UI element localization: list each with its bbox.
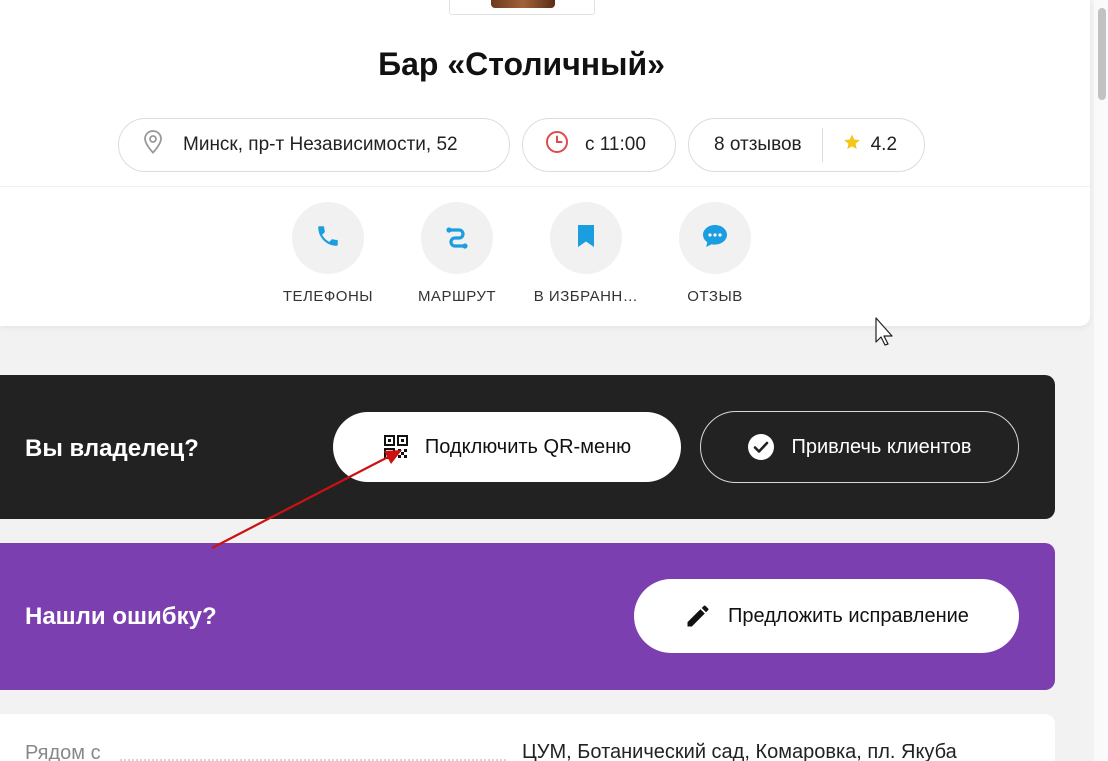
address-chip[interactable]: Минск, пр-т Независимости, 52: [118, 118, 510, 172]
route-icon: [442, 221, 472, 256]
connect-qr-menu-label: Подключить QR-меню: [424, 435, 632, 458]
check-circle-icon: [747, 433, 775, 461]
page-title: Бар «Столичный»: [378, 46, 665, 82]
owner-heading: Вы владелец?: [25, 435, 199, 462]
nearby-label: Рядом с: [25, 742, 101, 761]
pencil-icon: [684, 602, 712, 630]
report-error-banner: Нашли ошибку? Предложить исправление: [0, 543, 1055, 690]
bookmark-icon: [575, 223, 597, 254]
suggest-correction-button[interactable]: Предложить исправление: [634, 579, 1019, 653]
attract-clients-button[interactable]: Привлечь клиентов: [700, 411, 1019, 483]
venue-info-card: Рядом с ЦУМ, Ботанический сад, Комаровка…: [0, 714, 1055, 761]
review-action[interactable]: ОТЗЫВ: [650, 202, 780, 305]
error-heading: Нашли ошибку?: [25, 603, 217, 630]
route-label: МАРШРУТ: [417, 288, 497, 305]
reviews-count: 8 отзывов: [714, 134, 802, 155]
page-scrollbar[interactable]: [1094, 0, 1108, 761]
connect-qr-menu-button[interactable]: Подключить QR-меню: [333, 412, 681, 482]
rating-value: 4.2: [870, 134, 898, 155]
chat-bubble-icon: [701, 223, 729, 254]
actions-divider: [0, 186, 1090, 187]
owner-banner: Вы владелец? Подключить QR-меню Привлечь…: [0, 375, 1055, 519]
qr-code-icon: [383, 434, 409, 460]
clock-icon: [545, 130, 569, 160]
favorites-label: В ИЗБРАНН…: [533, 288, 639, 305]
favorites-action[interactable]: В ИЗБРАНН…: [521, 202, 651, 305]
phones-label: ТЕЛЕФОНЫ: [282, 288, 374, 305]
map-pin-icon: [141, 129, 165, 161]
venue-header-card: Бар «Столичный» Минск, пр-т Независимост…: [0, 0, 1090, 326]
venue-photo-thumbnail[interactable]: [449, 0, 595, 15]
scrollbar-thumb[interactable]: [1098, 8, 1106, 100]
route-button[interactable]: [421, 202, 493, 274]
suggest-correction-label: Предложить исправление: [728, 604, 969, 627]
attract-clients-label: Привлечь клиентов: [791, 435, 972, 458]
nearby-value[interactable]: ЦУМ, Ботанический сад, Комаровка, пл. Як…: [522, 741, 957, 761]
star-icon: [843, 133, 861, 157]
review-label: ОТЗЫВ: [687, 288, 743, 305]
favorites-button[interactable]: [550, 202, 622, 274]
route-action[interactable]: МАРШРУТ: [392, 202, 522, 305]
hours-text: с 11:00: [585, 134, 646, 155]
phones-button[interactable]: [292, 202, 364, 274]
review-button[interactable]: [679, 202, 751, 274]
address-text: Минск, пр-т Независимости, 52: [183, 134, 458, 155]
chip-divider: [821, 128, 823, 162]
hours-chip[interactable]: с 11:00: [522, 118, 676, 172]
phones-action[interactable]: ТЕЛЕФОНЫ: [263, 202, 393, 305]
reviews-rating-chip[interactable]: 8 отзывов 4.2: [688, 118, 925, 172]
phone-icon: [315, 223, 341, 254]
